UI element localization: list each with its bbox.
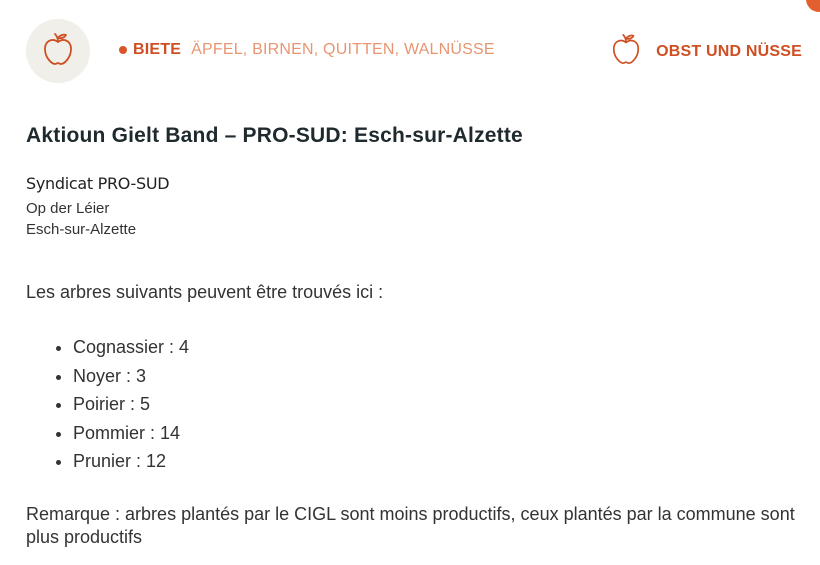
apple-icon xyxy=(610,32,642,71)
header: BIETE ÄPFEL, BIRNEN, QUITTEN, WALNÜSSE O… xyxy=(0,0,820,100)
organization-name: Syndicat PRO-SUD xyxy=(26,174,170,193)
page-title: Aktioun Gielt Band – PRO-SUD: Esch-sur-A… xyxy=(26,124,523,147)
list-item: Pommier : 14 xyxy=(73,419,189,448)
apple-icon xyxy=(41,31,75,72)
offer-tag: BIETE ÄPFEL, BIRNEN, QUITTEN, WALNÜSSE xyxy=(119,40,495,60)
address-line-1: Op der Léier xyxy=(26,200,110,217)
logo[interactable] xyxy=(26,19,90,83)
list-item: Prunier : 12 xyxy=(73,447,189,476)
tree-list: Cognassier : 4 Noyer : 3 Poirier : 5 Pom… xyxy=(26,333,189,476)
list-item: Noyer : 3 xyxy=(73,362,189,391)
list-item: Cognassier : 4 xyxy=(73,333,189,362)
list-item: Poirier : 5 xyxy=(73,390,189,419)
offer-bullet xyxy=(119,46,127,54)
offer-label: BIETE xyxy=(133,41,182,58)
intro-text: Les arbres suivants peuvent être trouvés… xyxy=(26,282,384,302)
category-tag[interactable]: OBST UND NÜSSE xyxy=(610,32,802,71)
remark-text: Remarque : arbres plantés par le CIGL so… xyxy=(26,504,795,547)
address-line-2: Esch-sur-Alzette xyxy=(26,221,137,238)
offer-items: ÄPFEL, BIRNEN, QUITTEN, WALNÜSSE xyxy=(191,41,495,58)
category-label: OBST UND NÜSSE xyxy=(656,42,802,60)
